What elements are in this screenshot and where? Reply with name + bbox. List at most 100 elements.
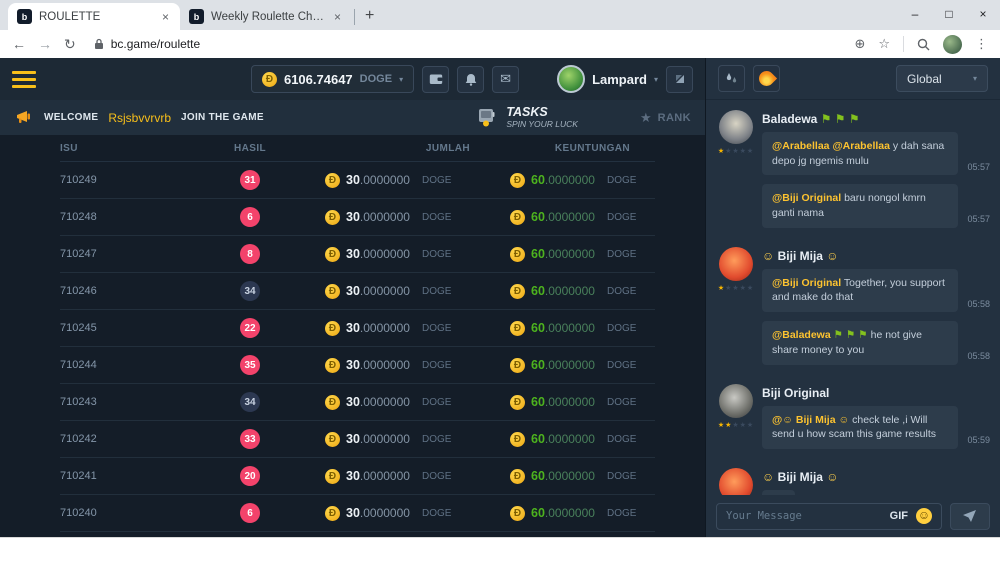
url-field[interactable]: bc.game/roulette xyxy=(88,37,843,51)
send-message-button[interactable] xyxy=(950,503,990,530)
chat-message-box[interactable]: GIF ☺ xyxy=(716,503,942,530)
browser-menu-icon[interactable]: ⋮ xyxy=(975,36,988,52)
chat-channel-select[interactable]: Global ▾ xyxy=(896,65,988,92)
chat-input[interactable] xyxy=(726,510,882,522)
emoji-picker-icon[interactable]: ☺ xyxy=(916,508,932,524)
chat-bubble-row: @Biji Original baru nongol kmrn ganti na… xyxy=(762,184,988,227)
new-tab-button[interactable]: + xyxy=(359,7,384,30)
avatar[interactable] xyxy=(719,384,753,418)
bet-amount: Ð 30.0000000 DOGE xyxy=(325,319,510,337)
win-currency: DOGE xyxy=(607,360,636,371)
doge-coin-icon: Ð xyxy=(325,247,340,262)
chat-message[interactable]: @Biji Original baru nongol kmrn ganti na… xyxy=(762,184,958,227)
chat-toggle-button[interactable] xyxy=(666,66,693,93)
welcome-banner: WELCOME Rsjsbvvrvrb JOIN THE GAME TASKS … xyxy=(0,100,705,135)
doge-coin-icon: Ð xyxy=(325,210,340,225)
search-icon[interactable] xyxy=(917,38,930,51)
chat-panel-icon xyxy=(673,72,687,86)
coindrop-button[interactable] xyxy=(753,65,780,92)
chat-message[interactable]: Ok 05:59 xyxy=(762,490,795,495)
close-button[interactable]: × xyxy=(966,0,1000,28)
chat-channel-value: Global xyxy=(907,72,942,86)
bet-amount: Ð 30.0000000 DOGE xyxy=(325,356,510,374)
username: Lampard xyxy=(592,72,647,87)
chat-message[interactable]: @Baladewa ⚑ ⚑ ⚑ he not give share money … xyxy=(762,321,958,364)
chat-message[interactable]: @☺ Biji Mija ☺ check tele ,i Will send u… xyxy=(762,406,958,449)
minimize-button[interactable]: – xyxy=(898,0,932,28)
rank-button[interactable]: ★ RANK xyxy=(640,110,691,126)
tab-close-icon[interactable]: × xyxy=(332,10,343,24)
notifications-button[interactable] xyxy=(457,66,484,93)
rain-button[interactable] xyxy=(718,65,745,92)
doge-coin-icon: Ð xyxy=(510,284,525,299)
bet-amount: Ð 30.0000000 DOGE xyxy=(325,282,510,300)
bookmark-icon[interactable]: ☆ xyxy=(878,36,890,52)
user-menu[interactable]: Lampard ▾ xyxy=(557,65,658,93)
results-table: ISU HASIL JUMLAH KEUNTUNGAN 710249 31 Ð … xyxy=(0,135,705,537)
win-amount: Ð 60.0000000 DOGE xyxy=(510,171,655,189)
chat-message[interactable]: @Biji Original Together, you support and… xyxy=(762,269,958,312)
window-controls: – □ × xyxy=(898,0,1000,28)
chat-username[interactable]: ☺ Biji Mija ☺ xyxy=(762,249,988,263)
column-header-hasil: HASIL xyxy=(175,143,325,154)
bcgame-favicon: b xyxy=(189,9,204,24)
table-row[interactable]: 710242 33 Ð 30.0000000 DOGE Ð 60.0000000 xyxy=(60,421,655,458)
doge-coin-icon: Ð xyxy=(510,247,525,262)
win-amount: Ð 60.0000000 DOGE xyxy=(510,504,655,522)
table-row[interactable]: 710243 34 Ð 30.0000000 DOGE Ð 60.0000000 xyxy=(60,384,655,421)
message-time: 05:58 xyxy=(967,350,990,363)
chat-username[interactable]: Baladewa ⚑ ⚑ ⚑ xyxy=(762,112,988,126)
table-row[interactable]: 710248 6 Ð 30.0000000 DOGE Ð 60.0000000 xyxy=(60,199,655,236)
table-row[interactable]: 710247 8 Ð 30.0000000 DOGE Ð 60.0000000 xyxy=(60,236,655,273)
chat-username[interactable]: Biji Original xyxy=(762,386,988,400)
round-id: 710245 xyxy=(60,322,175,334)
tasks-slot-icon xyxy=(476,107,498,127)
chat-bubble-row: @Arabellaa @Arabellaa y dah sana depo jg… xyxy=(762,132,988,175)
tasks-button[interactable]: TASKS SPIN YOUR LUCK xyxy=(476,105,578,129)
chat-username[interactable]: ☺ Biji Mija ☺ xyxy=(762,470,988,484)
win-amount: Ð 60.0000000 DOGE xyxy=(510,282,655,300)
doge-coin-icon: Ð xyxy=(325,432,340,447)
bet-currency: DOGE xyxy=(422,360,451,371)
user-star-rating: ★★★★★ xyxy=(718,148,754,155)
messages-button[interactable]: ✉ xyxy=(492,66,519,93)
table-row[interactable]: 710245 22 Ð 30.0000000 DOGE Ð 60.0000000 xyxy=(60,310,655,347)
table-row[interactable]: 710240 6 Ð 30.0000000 DOGE Ð 60.0000000 xyxy=(60,495,655,532)
bet-currency: DOGE xyxy=(422,434,451,445)
tab-weekly-challenge[interactable]: b Weekly Roulette Challenge - Win × xyxy=(180,3,352,30)
table-row[interactable]: 710246 34 Ð 30.0000000 DOGE Ð 60.0000000 xyxy=(60,273,655,310)
wallet-button[interactable] xyxy=(422,66,449,93)
browser-profile-avatar[interactable] xyxy=(943,35,962,54)
bet-currency: DOGE xyxy=(422,397,451,408)
back-icon[interactable]: ← xyxy=(12,36,26,52)
reload-icon[interactable]: ↻ xyxy=(64,36,76,53)
doge-coin-icon: Ð xyxy=(325,284,340,299)
result-number-badge: 35 xyxy=(240,355,260,375)
tab-close-icon[interactable]: × xyxy=(160,10,171,24)
round-id: 710240 xyxy=(60,507,175,519)
chat-message[interactable]: @Arabellaa @Arabellaa y dah sana depo jg… xyxy=(762,132,958,175)
menu-hamburger-icon[interactable] xyxy=(12,71,36,88)
avatar[interactable] xyxy=(719,468,753,495)
zoom-page-icon[interactable]: ⊕ xyxy=(854,36,865,52)
win-amount: Ð 60.0000000 DOGE xyxy=(510,356,655,374)
chevron-down-icon: ▾ xyxy=(973,74,977,83)
chat-group: ★★★★★ Biji Original @☺ Biji Mija ☺ check… xyxy=(718,384,988,458)
doge-coin-icon: Ð xyxy=(510,395,525,410)
forward-icon[interactable]: → xyxy=(38,36,52,52)
chat-group: ★★★★★ ☺ Biji Mija ☺ Ok 05:59 xyxy=(718,468,988,495)
table-row[interactable]: 710244 35 Ð 30.0000000 DOGE Ð 60.0000000 xyxy=(60,347,655,384)
user-avatar xyxy=(557,65,585,93)
tab-roulette[interactable]: b ROULETTE × xyxy=(8,3,180,30)
avatar[interactable] xyxy=(719,110,753,144)
gif-button[interactable]: GIF xyxy=(890,510,908,522)
doge-coin-icon: Ð xyxy=(325,173,340,188)
send-icon xyxy=(963,510,977,522)
table-row[interactable]: 710249 31 Ð 30.0000000 DOGE Ð 60.0000000 xyxy=(60,162,655,199)
balance-selector[interactable]: Ð 6106.74647 DOGE ▾ xyxy=(251,65,414,93)
result-number-badge: 34 xyxy=(240,392,260,412)
chat-header: Global ▾ xyxy=(706,58,1000,100)
avatar[interactable] xyxy=(719,247,753,281)
maximize-button[interactable]: □ xyxy=(932,0,966,28)
table-row[interactable]: 710241 20 Ð 30.0000000 DOGE Ð 60.0000000 xyxy=(60,458,655,495)
